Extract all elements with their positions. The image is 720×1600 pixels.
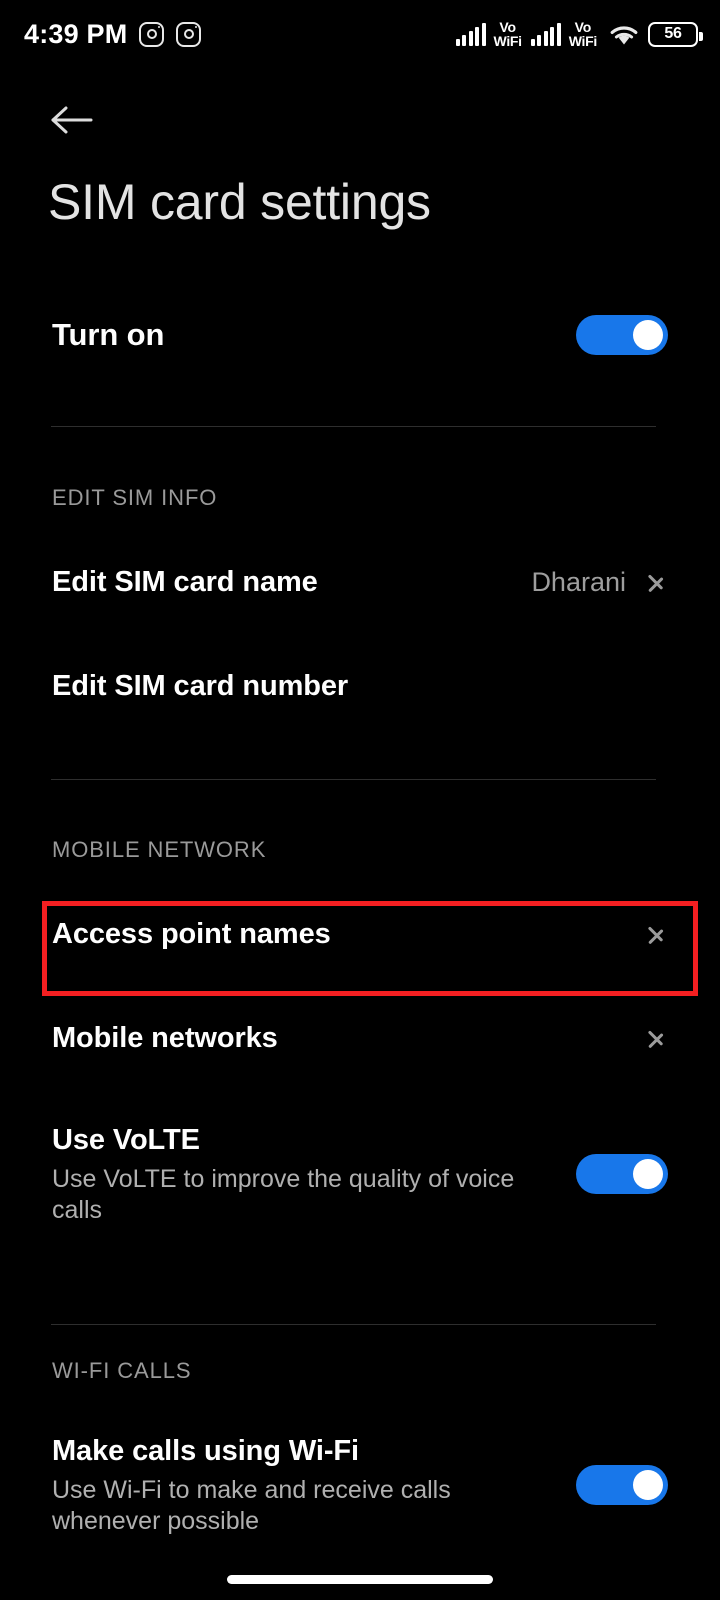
row-mobile-networks[interactable]: Mobile networks bbox=[0, 1012, 720, 1064]
divider bbox=[51, 426, 656, 427]
row-text: Make calls using Wi-Fi Use Wi-Fi to make… bbox=[52, 1434, 576, 1536]
row-title: Turn on bbox=[52, 316, 165, 352]
chevron-right-icon bbox=[646, 1020, 668, 1056]
status-bar-clock: 4:39 PM bbox=[24, 18, 128, 49]
home-indicator[interactable] bbox=[227, 1575, 493, 1584]
chevron-right-icon bbox=[646, 564, 668, 600]
instagram-icon bbox=[176, 21, 202, 47]
status-bar: 4:39 PM Vo WiFi Vo WiFi 56 bbox=[0, 0, 720, 68]
section-header-wifi-calls: WI-FI CALLS bbox=[52, 1358, 192, 1383]
row-turn-on[interactable]: Turn on bbox=[0, 305, 720, 365]
instagram-icon bbox=[139, 21, 165, 47]
battery-percent: 56 bbox=[664, 25, 682, 42]
divider bbox=[51, 779, 656, 780]
row-text: Mobile networks bbox=[52, 1021, 646, 1055]
row-use-volte[interactable]: Use VoLTE Use VoLTE to improve the quali… bbox=[0, 1118, 720, 1230]
back-arrow-icon[interactable] bbox=[44, 92, 100, 148]
use-volte-toggle[interactable] bbox=[576, 1154, 668, 1194]
phone-screen: 4:39 PM Vo WiFi Vo WiFi 56 SIM card sett… bbox=[0, 0, 720, 1600]
row-text: Use VoLTE Use VoLTE to improve the quali… bbox=[52, 1123, 576, 1225]
volte-wifi-label-2: Vo WiFi bbox=[568, 18, 598, 49]
row-access-point-names[interactable]: Access point names bbox=[0, 908, 720, 960]
row-value: Dharani bbox=[531, 566, 626, 597]
row-title: Mobile networks bbox=[52, 1021, 278, 1054]
row-title: Use VoLTE bbox=[52, 1123, 200, 1156]
divider bbox=[51, 1324, 656, 1325]
row-text: Edit SIM card number bbox=[52, 669, 668, 703]
row-title: Access point names bbox=[52, 917, 331, 950]
make-calls-using-wifi-toggle[interactable] bbox=[576, 1465, 668, 1505]
row-edit-sim-card-name[interactable]: Edit SIM card name Dharani bbox=[0, 556, 720, 608]
row-edit-sim-card-number[interactable]: Edit SIM card number bbox=[0, 660, 720, 712]
row-title: Make calls using Wi-Fi bbox=[52, 1434, 359, 1467]
turn-on-toggle[interactable] bbox=[576, 315, 668, 355]
row-text: Edit SIM card name bbox=[52, 565, 531, 599]
row-title: Edit SIM card number bbox=[52, 669, 349, 702]
row-subtitle: Use Wi-Fi to make and receive calls when… bbox=[52, 1476, 451, 1535]
signal-bars-icon bbox=[530, 22, 561, 46]
row-subtitle: Use VoLTE to improve the quality of voic… bbox=[52, 1165, 515, 1224]
status-bar-left: 4:39 PM bbox=[24, 18, 202, 49]
chevron-right-icon bbox=[646, 916, 668, 952]
signal-bars-icon bbox=[455, 22, 486, 46]
section-header-mobile-network: MOBILE NETWORK bbox=[52, 837, 267, 862]
row-title: Edit SIM card name bbox=[52, 565, 318, 598]
volte-wifi-label-1: Vo WiFi bbox=[493, 18, 523, 49]
row-text: Access point names bbox=[52, 917, 646, 951]
row-make-calls-using-wifi[interactable]: Make calls using Wi-Fi Use Wi-Fi to make… bbox=[0, 1429, 720, 1541]
page-title: SIM card settings bbox=[48, 174, 431, 230]
battery-icon: 56 bbox=[648, 21, 703, 47]
section-header-edit-sim-info: EDIT SIM INFO bbox=[52, 485, 218, 510]
wifi-icon bbox=[609, 23, 639, 46]
status-bar-right: Vo WiFi Vo WiFi 56 bbox=[455, 18, 703, 49]
row-text: Turn on bbox=[52, 317, 576, 354]
